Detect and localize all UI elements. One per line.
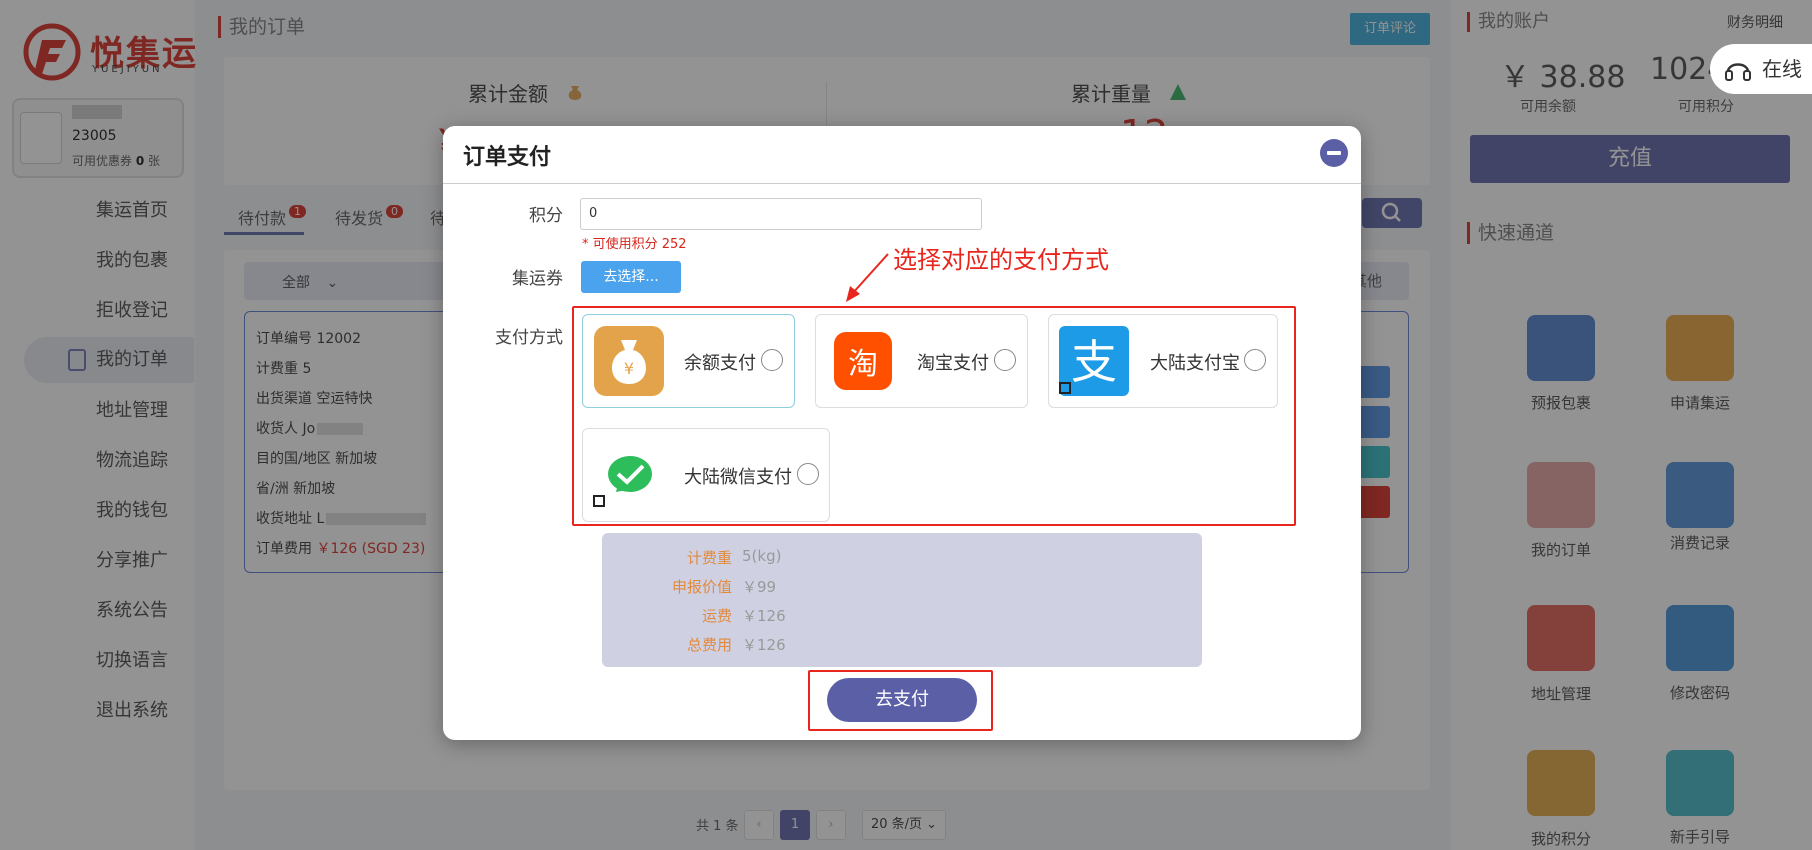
pay-method-label: 余额支付 <box>684 353 756 374</box>
pay-radio-wechat[interactable] <box>797 463 819 485</box>
summary-value: 5(kg) <box>742 547 782 565</box>
annotation-arrow-icon <box>846 253 889 302</box>
modal-title: 订单支付 <box>463 145 552 170</box>
summary-value: ￥126 <box>742 636 786 654</box>
pay-radio-taobao[interactable] <box>994 349 1016 371</box>
taobao-icon: 淘 <box>834 332 892 390</box>
summary-value: ￥126 <box>742 607 786 625</box>
pay-radio-balance[interactable] <box>761 349 783 371</box>
points-label: 积分 <box>529 206 563 226</box>
choose-coupon-button[interactable]: 去选择... <box>581 261 681 293</box>
points-hint: * 可使用积分 252 <box>582 237 687 252</box>
money-bag-icon: ¥ <box>594 326 664 396</box>
summary-label: 运费 <box>701 607 732 625</box>
qr-code-icon <box>1059 382 1071 394</box>
svg-text:淘: 淘 <box>848 347 878 382</box>
coupon-label: 集运券 <box>512 269 563 289</box>
close-icon-bar[interactable] <box>1327 151 1341 155</box>
headset-icon <box>1725 63 1751 81</box>
pay-method-label: 淘宝支付 <box>917 353 989 374</box>
svg-text:支: 支 <box>1071 335 1117 389</box>
pay-radio-alipay[interactable] <box>1244 349 1266 371</box>
qr-code-icon <box>593 495 605 507</box>
pay-button[interactable]: 去支付 <box>827 678 977 722</box>
pay-method-label: 大陆微信支付 <box>684 467 792 488</box>
summary-value: ￥99 <box>742 578 777 596</box>
pay-method-label: 大陆支付宝 <box>1150 353 1240 374</box>
modal-header <box>443 126 1361 184</box>
summary-label: 申报价值 <box>671 578 732 596</box>
points-input[interactable]: 0 <box>580 198 982 230</box>
svg-text:¥: ¥ <box>624 359 634 378</box>
summary-label: 计费重 <box>686 549 732 567</box>
pay-method-label: 支付方式 <box>495 328 563 348</box>
wechat-pay-icon <box>608 456 652 492</box>
summary-label: 总费用 <box>686 636 732 654</box>
annotation-text: 选择对应的支付方式 <box>893 246 1109 274</box>
